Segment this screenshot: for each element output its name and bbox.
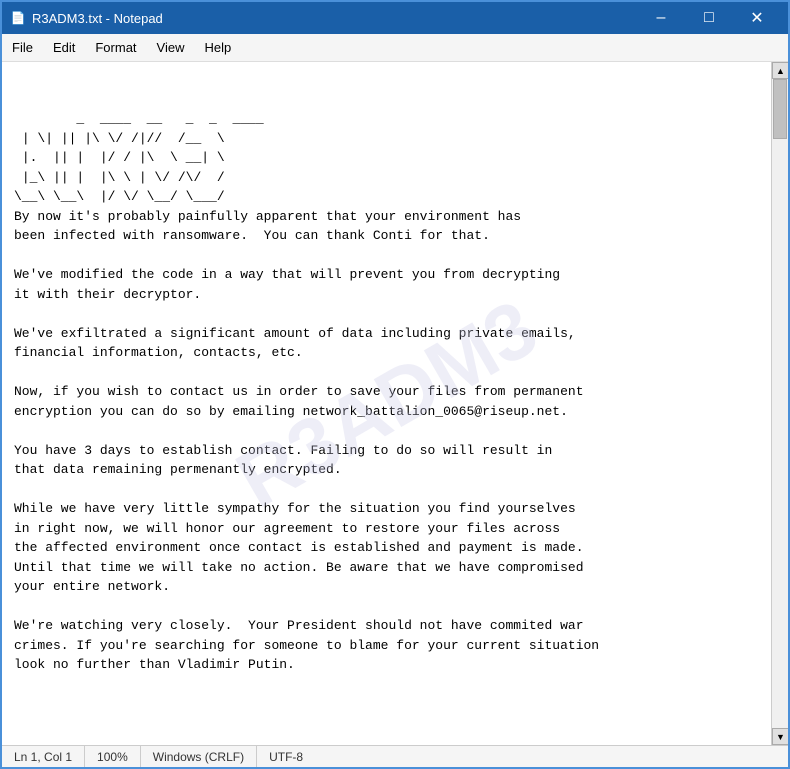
scrollbar[interactable]: ▲ ▼ (771, 62, 788, 745)
close-button[interactable]: ✕ (734, 6, 780, 30)
content-area: R3ADM3 _ ____ __ _ _ ____ | \| || |\ \/ … (2, 62, 788, 745)
menu-edit[interactable]: Edit (43, 37, 85, 58)
menu-help[interactable]: Help (194, 37, 241, 58)
notepad-window: 📄 R3ADM3.txt - Notepad – □ ✕ File Edit F… (0, 0, 790, 769)
app-icon: 📄 (10, 10, 26, 26)
window-title: R3ADM3.txt - Notepad (32, 11, 163, 26)
encoding: UTF-8 (257, 746, 315, 767)
menu-bar: File Edit Format View Help (2, 34, 788, 62)
scroll-thumb[interactable] (773, 79, 787, 139)
window-controls: – □ ✕ (638, 6, 780, 30)
scroll-down-button[interactable]: ▼ (772, 728, 788, 745)
status-bar: Ln 1, Col 1 100% Windows (CRLF) UTF-8 (2, 745, 788, 767)
title-bar-left: 📄 R3ADM3.txt - Notepad (10, 10, 163, 26)
menu-view[interactable]: View (147, 37, 195, 58)
scroll-up-button[interactable]: ▲ (772, 62, 788, 79)
title-bar: 📄 R3ADM3.txt - Notepad – □ ✕ (2, 2, 788, 34)
text-editor[interactable]: R3ADM3 _ ____ __ _ _ ____ | \| || |\ \/ … (2, 62, 771, 745)
menu-format[interactable]: Format (85, 37, 146, 58)
zoom-level: 100% (85, 746, 141, 767)
menu-file[interactable]: File (2, 37, 43, 58)
maximize-button[interactable]: □ (686, 6, 732, 30)
cursor-position: Ln 1, Col 1 (2, 746, 85, 767)
line-ending: Windows (CRLF) (141, 746, 257, 767)
scroll-track[interactable] (772, 79, 788, 728)
minimize-button[interactable]: – (638, 6, 684, 30)
